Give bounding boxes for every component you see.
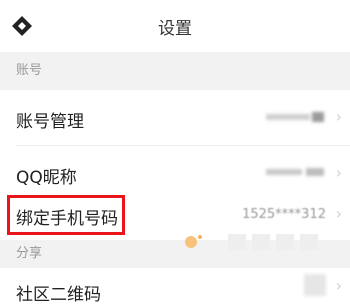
highlight-box [7, 195, 125, 235]
sparkle-icon [185, 235, 202, 248]
qq-nickname-label: QQ昵称 [16, 168, 77, 188]
chevron-right-icon: › [335, 204, 342, 223]
qr-code-icon [304, 274, 326, 296]
chevron-right-icon: › [335, 107, 342, 126]
account-manage-row[interactable]: 账号管理 › [0, 90, 350, 146]
qq-nickname-value [266, 165, 326, 183]
community-qr-label: 社区二维码 [16, 285, 101, 305]
community-qr-row[interactable]: 社区二维码 › [0, 268, 350, 308]
chevron-right-icon: › [335, 276, 342, 295]
app-header: 设置 [0, 0, 350, 52]
chevron-right-icon: › [335, 163, 342, 182]
watermark-logo [228, 234, 318, 250]
account-manage-label: 账号管理 [16, 112, 84, 132]
account-manage-value [266, 110, 326, 128]
page-title: 设置 [158, 19, 192, 39]
section-header-account: 账号 [0, 52, 350, 90]
phone-number-value: 1525****312 [242, 207, 326, 222]
